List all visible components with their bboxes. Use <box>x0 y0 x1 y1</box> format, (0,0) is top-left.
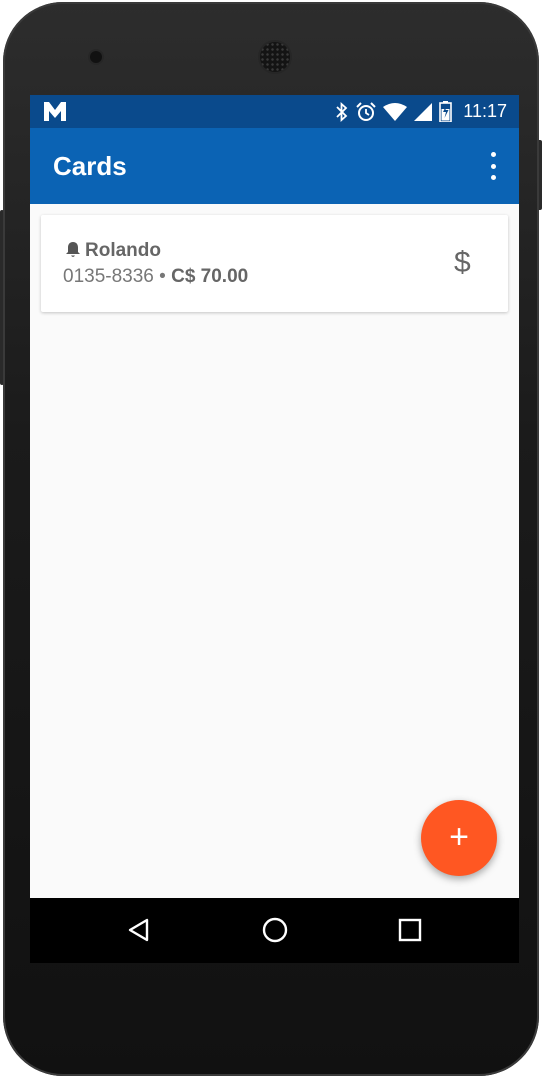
earpiece-speaker <box>260 42 290 72</box>
dollar-icon[interactable]: $ <box>454 246 471 280</box>
more-vert-icon[interactable] <box>485 152 501 180</box>
status-icons: 11:17 <box>335 100 507 123</box>
alarm-icon <box>356 101 376 121</box>
status-time: 11:17 <box>463 101 507 121</box>
card-name: Rolando <box>85 240 161 261</box>
page-title: Cards <box>53 151 127 181</box>
battery-icon <box>439 101 453 122</box>
menu-dot <box>490 163 496 169</box>
card-details: 0135-8336 • C$ 70.00 <box>63 266 248 288</box>
home-icon[interactable] <box>261 916 289 944</box>
card-amount: C$ 70.00 <box>171 266 249 287</box>
add-card-button[interactable]: + <box>421 800 497 876</box>
status-bar: 11:17 <box>30 95 519 128</box>
card-separator: • <box>153 266 172 287</box>
card-number: 0135-8336 <box>63 266 154 287</box>
menu-dot <box>490 175 496 180</box>
bell-icon <box>66 242 80 257</box>
screen: 11:17 Cards Rolando 0135-8336 • C$ 70.00… <box>30 95 519 963</box>
phone-frame: 11:17 Cards Rolando 0135-8336 • C$ 70.00… <box>3 2 539 1076</box>
back-icon[interactable] <box>125 916 153 944</box>
card-item[interactable]: Rolando 0135-8336 • C$ 70.00 $ <box>41 215 508 312</box>
m-logo-icon <box>44 102 66 121</box>
app-toolbar: Cards <box>30 128 519 204</box>
cell-signal-icon <box>414 102 433 121</box>
navigation-bar <box>30 898 519 963</box>
wifi-icon <box>383 102 408 121</box>
bluetooth-icon <box>336 101 348 122</box>
menu-dot <box>490 152 496 157</box>
front-camera <box>90 51 102 63</box>
recents-icon[interactable] <box>396 916 424 944</box>
